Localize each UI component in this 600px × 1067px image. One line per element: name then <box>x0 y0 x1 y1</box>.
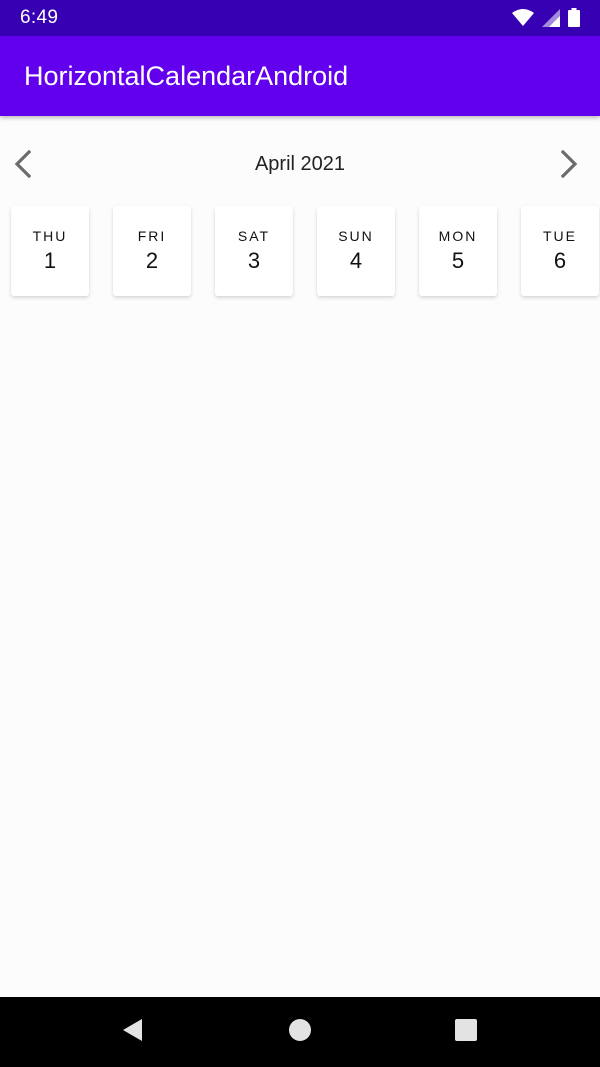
status-icons <box>512 8 580 27</box>
day-number: 3 <box>247 248 261 273</box>
home-icon <box>289 1019 311 1041</box>
status-bar: 6:49 <box>0 0 600 36</box>
day-name: TUE <box>543 228 577 244</box>
status-time: 6:49 <box>20 7 59 28</box>
day-name: FRI <box>137 228 167 244</box>
month-label: April 2021 <box>254 153 346 175</box>
day-number: 1 <box>43 248 57 273</box>
day-card-mon[interactable]: MON 5 <box>419 206 497 296</box>
app-title: HorizontalCalendarAndroid <box>24 61 349 91</box>
app-bar: HorizontalCalendarAndroid <box>0 36 600 116</box>
back-button[interactable] <box>120 1017 146 1048</box>
home-button[interactable] <box>287 1017 313 1048</box>
day-card-sun[interactable]: SUN 4 <box>317 206 395 296</box>
next-month-button[interactable] <box>550 146 586 182</box>
day-name: MON <box>438 228 478 244</box>
wifi-icon <box>512 8 534 26</box>
chevron-right-icon <box>560 149 578 179</box>
day-card-tue[interactable]: TUE 6 <box>521 206 599 296</box>
day-card-sat[interactable]: SAT 3 <box>215 206 293 296</box>
day-card-fri[interactable]: FRI 2 <box>113 206 191 296</box>
day-name: THU <box>32 228 68 244</box>
day-number: 4 <box>349 248 363 273</box>
back-icon <box>123 1019 142 1041</box>
recents-button[interactable] <box>454 1017 478 1048</box>
day-number: 2 <box>145 248 159 273</box>
day-name: SUN <box>338 228 374 244</box>
recents-icon <box>455 1019 477 1041</box>
day-name: SAT <box>237 228 271 244</box>
day-card-thu[interactable]: THU 1 <box>11 206 89 296</box>
day-number: 6 <box>553 248 567 273</box>
system-navigation-bar <box>0 997 600 1067</box>
battery-icon <box>568 8 580 27</box>
day-number: 5 <box>451 248 465 273</box>
signal-icon <box>542 8 560 27</box>
